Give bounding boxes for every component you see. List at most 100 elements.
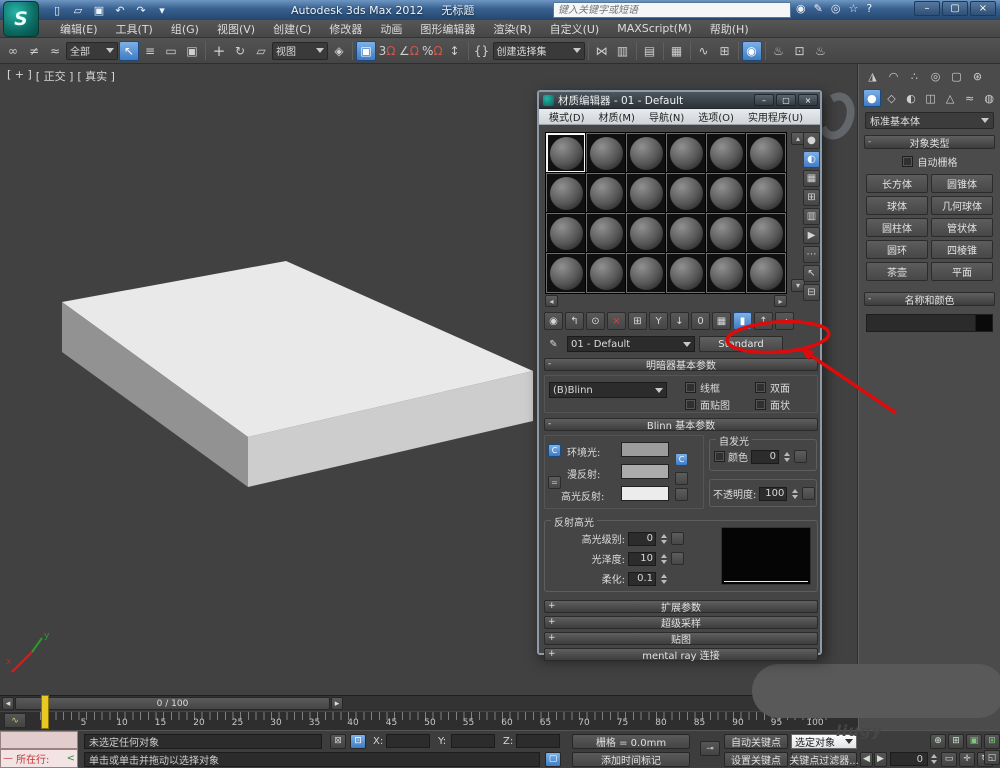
- category-shapes-icon[interactable]: ◇: [883, 89, 901, 107]
- timeline-ruler[interactable]: 0510152025303540455055606570758085909510…: [0, 711, 858, 730]
- prev-frame-button[interactable]: ◂: [2, 697, 14, 710]
- favorites-icon[interactable]: ☆: [848, 2, 858, 15]
- unlink-selection-icon[interactable]: ≠: [24, 41, 44, 61]
- button-sphere[interactable]: 球体: [866, 196, 928, 215]
- glossiness-spinner[interactable]: [659, 552, 668, 566]
- sample-slot[interactable]: [706, 173, 746, 213]
- window-crossing-icon[interactable]: ▣: [182, 41, 202, 61]
- redo-icon[interactable]: ↷: [132, 2, 150, 18]
- maximize-button[interactable]: ▢: [942, 1, 968, 16]
- rollout-object-type[interactable]: -对象类型: [864, 135, 995, 149]
- soften-spinner[interactable]: [659, 572, 668, 586]
- select-by-material-icon[interactable]: ↖: [803, 265, 820, 282]
- sample-slot[interactable]: [746, 213, 786, 253]
- auto-key-button[interactable]: 自动关键点: [724, 734, 788, 749]
- sample-slot[interactable]: [546, 253, 586, 293]
- material-name-dropdown[interactable]: 01 - Default: [567, 336, 695, 352]
- selection-filter-dropdown[interactable]: 全部: [66, 42, 118, 60]
- category-lights-icon[interactable]: ◐: [902, 89, 920, 107]
- button-plane[interactable]: 平面: [931, 262, 993, 281]
- tab-create[interactable]: ◮: [863, 67, 882, 85]
- selfillum-spinner[interactable]: [782, 450, 791, 464]
- viewport-menu-pov[interactable]: [ 正交 ]: [36, 68, 74, 84]
- specular-level-field[interactable]: 0: [628, 532, 656, 546]
- material-editor-icon[interactable]: ◉: [742, 41, 762, 61]
- make-unique-icon[interactable]: Y: [649, 312, 668, 330]
- next-frame-button[interactable]: ▸: [331, 697, 343, 710]
- angle-snap-icon[interactable]: ∠Ω: [398, 41, 420, 61]
- zoom-region-icon[interactable]: ▭: [941, 752, 957, 767]
- undo-icon[interactable]: ↶: [111, 2, 129, 18]
- spinner-snap-icon[interactable]: ↕: [445, 41, 465, 61]
- mat-menu-options[interactable]: 选项(O): [692, 109, 740, 124]
- time-slider-button[interactable]: 0 / 100: [15, 697, 330, 710]
- select-by-name-icon[interactable]: ≡: [140, 41, 160, 61]
- use-pivot-center-icon[interactable]: ◈: [329, 41, 349, 61]
- pan-icon[interactable]: ✛: [959, 752, 975, 767]
- specular-level-map-button[interactable]: [671, 532, 684, 545]
- mat-menu-utilities[interactable]: 实用程序(U): [742, 109, 809, 124]
- frame-spinner[interactable]: [929, 752, 938, 766]
- menu-customize[interactable]: 自定义(U): [542, 19, 608, 39]
- facemap-checkbox[interactable]: [685, 399, 696, 410]
- go-to-parent-icon[interactable]: ↑: [754, 312, 773, 330]
- minimize-button[interactable]: –: [914, 1, 940, 16]
- sample-slot[interactable]: [706, 253, 746, 293]
- schematic-view-icon[interactable]: ⊞: [715, 41, 735, 61]
- new-file-icon[interactable]: ▯: [48, 2, 66, 18]
- curve-editor-icon[interactable]: ∿: [694, 41, 714, 61]
- mirror-icon[interactable]: ⋈: [592, 41, 612, 61]
- graphite-ribbon-icon[interactable]: ▦: [667, 41, 687, 61]
- x-coord-field[interactable]: [386, 734, 430, 748]
- object-name-input[interactable]: [867, 315, 975, 331]
- shader-type-dropdown[interactable]: (B)Blinn: [549, 382, 667, 398]
- selfillum-value-field[interactable]: 0: [751, 450, 779, 464]
- go-to-end-icon[interactable]: ▶: [874, 752, 887, 767]
- slots-scroll-left[interactable]: ◂: [545, 295, 558, 307]
- sample-slot[interactable]: [626, 133, 666, 173]
- soften-field[interactable]: 0.1: [628, 572, 656, 586]
- object-color-swatch[interactable]: [975, 315, 992, 331]
- go-forward-to-sibling-icon[interactable]: →: [775, 312, 794, 330]
- sample-slot[interactable]: [666, 253, 706, 293]
- tab-motion[interactable]: ◎: [926, 67, 945, 85]
- button-box[interactable]: 长方体: [866, 174, 928, 193]
- select-and-scale-icon[interactable]: ▱: [251, 41, 271, 61]
- snaps-toggle-icon[interactable]: 3Ω: [377, 41, 397, 61]
- rect-selection-region-icon[interactable]: ▭: [161, 41, 181, 61]
- glossiness-map-button[interactable]: [671, 552, 684, 565]
- go-to-start-icon[interactable]: ◀: [860, 752, 873, 767]
- material-id-channel-icon[interactable]: 0: [691, 312, 710, 330]
- menu-group[interactable]: 组(G): [163, 19, 207, 39]
- selfillum-map-button[interactable]: [794, 450, 807, 463]
- edit-named-selection-sets-icon[interactable]: {}: [472, 41, 492, 61]
- select-object-icon[interactable]: ↖: [119, 41, 139, 61]
- zoom-extents-all-icon[interactable]: ⊞: [984, 734, 1000, 749]
- sample-slot[interactable]: [706, 133, 746, 173]
- background-icon[interactable]: ▦: [803, 170, 820, 187]
- specular-level-spinner[interactable]: [659, 532, 668, 546]
- button-cylinder[interactable]: 圆柱体: [866, 218, 928, 237]
- time-caret[interactable]: [41, 695, 49, 729]
- mini-curve-editor-icon[interactable]: ∿: [4, 713, 26, 728]
- button-torus[interactable]: 圆环: [866, 240, 928, 259]
- sample-slot[interactable]: [746, 133, 786, 173]
- absolute-mode-icon[interactable]: ⊡: [350, 734, 366, 749]
- 3dsmax-logo-icon[interactable]: S: [3, 1, 39, 37]
- rollout-mentalray-connection[interactable]: +mental ray 连接: [544, 648, 818, 661]
- sample-slot[interactable]: [626, 253, 666, 293]
- sample-slot[interactable]: [706, 213, 746, 253]
- set-key-button[interactable]: 设置关键点: [724, 752, 788, 767]
- sample-slot[interactable]: [666, 133, 706, 173]
- z-coord-field[interactable]: [516, 734, 560, 748]
- reset-map-icon[interactable]: ×: [607, 312, 626, 330]
- render-production-icon[interactable]: ♨: [811, 41, 831, 61]
- add-time-tag-button[interactable]: 添加时间标记: [572, 752, 690, 767]
- specular-map-button[interactable]: [675, 488, 688, 501]
- menu-create[interactable]: 创建(C): [265, 19, 319, 39]
- menu-rendering[interactable]: 渲染(R): [485, 19, 539, 39]
- rollout-supersampling[interactable]: +超级采样: [544, 616, 818, 629]
- sample-slot[interactable]: [666, 213, 706, 253]
- close-button[interactable]: ×: [970, 1, 996, 16]
- button-teapot[interactable]: 茶壶: [866, 262, 928, 281]
